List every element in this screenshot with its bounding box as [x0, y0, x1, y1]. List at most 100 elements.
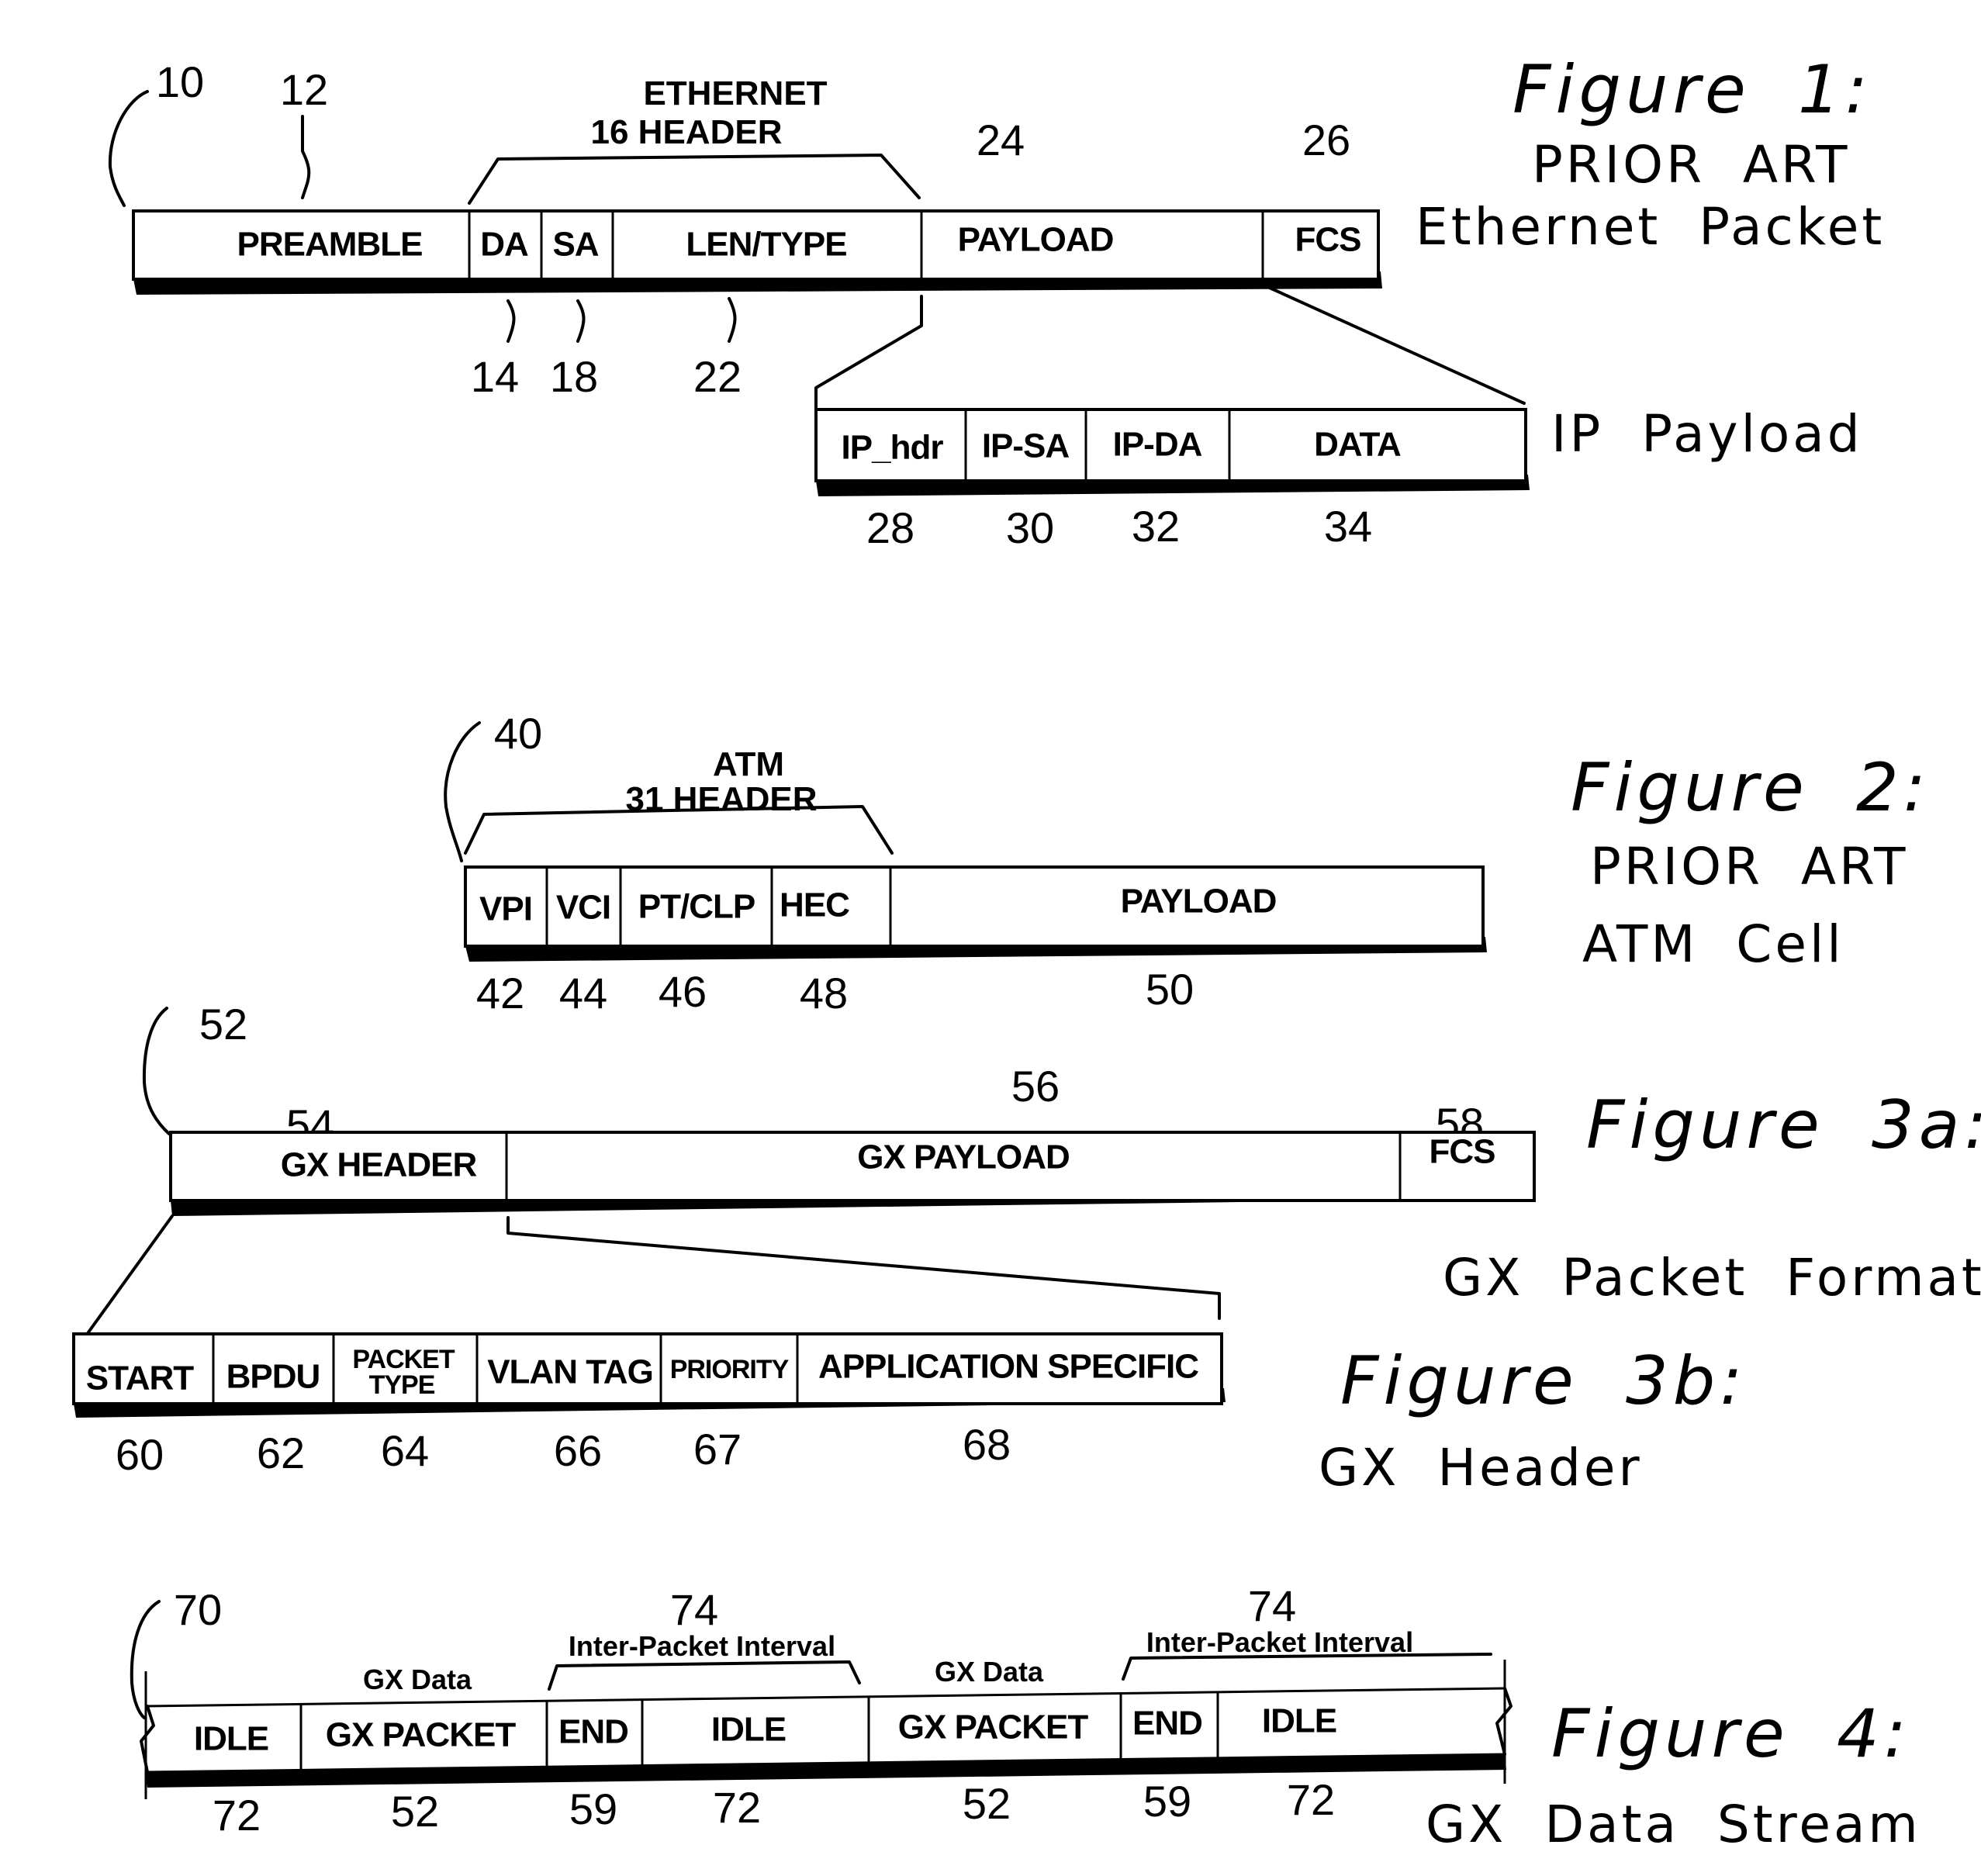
figure-3a-gx-packet-format: Figure 3a: GX Packet Format 52 54 56 58 …: [74, 1000, 1981, 1351]
ref-46: 46: [659, 967, 707, 1016]
ethernet-header-bracket: [468, 154, 921, 205]
field-priority: PRIORITY: [670, 1355, 790, 1384]
field-gx-packet-1: GX PACKET: [326, 1716, 517, 1754]
ref-22: 22: [693, 352, 742, 401]
ref-18: 18: [550, 352, 598, 401]
leader-line-12: [301, 115, 311, 199]
ref-10: 10: [156, 57, 204, 106]
expansion-line-right: [506, 1216, 1221, 1320]
ref-72-1: 72: [213, 1791, 261, 1840]
field-end-1: END: [558, 1713, 628, 1751]
figure-3b-gx-header: Figure 3b: GX Header START BPDU PACKET T…: [72, 1332, 1747, 1498]
field-idle-1: IDLE: [194, 1720, 268, 1758]
ref-67: 67: [693, 1425, 742, 1474]
field-preamble: PREAMBLE: [237, 226, 423, 264]
leader-line-40: [444, 721, 481, 862]
figure-4-title: Figure 4:: [1551, 1695, 1911, 1773]
atm-header-label-top: ATM: [713, 745, 784, 783]
field-start: START: [86, 1359, 195, 1397]
field-hec: HEC: [780, 886, 849, 924]
field-idle-2: IDLE: [711, 1711, 786, 1749]
figure-2-atm-cell: Figure 2: PRIOR ART ATM Cell 40 ATM 31 H…: [444, 709, 1931, 1017]
ref-52-1: 52: [391, 1787, 439, 1836]
ref-70: 70: [174, 1585, 222, 1634]
figure-1-subtitle: PRIOR ART: [1532, 135, 1850, 195]
leader-line-10: [108, 90, 149, 207]
atm-header-label-bottom: 31 HEADER: [626, 780, 818, 818]
ipi-label-1: Inter-Packet Interval: [569, 1630, 835, 1662]
figure-1-ethernet-packet: Figure 1: PRIOR ART Ethernet Packet 10 1…: [108, 51, 1885, 552]
ref-74-1: 74: [670, 1585, 718, 1634]
ref-52-2: 52: [963, 1779, 1011, 1828]
inter-packet-bracket-1: [548, 1660, 861, 1691]
field-fcs: FCS: [1295, 221, 1361, 259]
leader-line-18: [576, 299, 586, 343]
field-ip-sa: IP-SA: [982, 427, 1070, 465]
field-idle-3: IDLE: [1262, 1702, 1336, 1740]
field-sa: SA: [552, 226, 598, 264]
field-vpi: VPI: [479, 890, 532, 928]
expansion-line-left: [74, 1214, 174, 1351]
field-payload: PAYLOAD: [958, 221, 1114, 259]
field-gx-payload: GX PAYLOAD: [857, 1138, 1070, 1176]
field-atm-payload: PAYLOAD: [1121, 883, 1277, 921]
field-len-type: LEN/TYPE: [686, 226, 846, 264]
field-end-2: END: [1132, 1705, 1202, 1743]
expansion-line-right: [1263, 284, 1526, 405]
figure-2-subtitle: PRIOR ART: [1590, 837, 1908, 897]
figure-1-caption: Ethernet Packet: [1416, 197, 1885, 257]
ipi-label-2: Inter-Packet Interval: [1146, 1626, 1413, 1658]
figure-4-caption: GX Data Stream: [1426, 1795, 1921, 1854]
ref-26: 26: [1302, 116, 1350, 164]
ref-56: 56: [1011, 1062, 1060, 1111]
ref-12: 12: [280, 65, 328, 114]
ref-44: 44: [559, 969, 607, 1017]
figure-2-title: Figure 2:: [1571, 749, 1931, 827]
ref-74-2: 74: [1248, 1581, 1296, 1630]
field-application-specific: APPLICATION SPECIFIC: [818, 1348, 1198, 1386]
figure-3a-caption: GX Packet Format: [1443, 1248, 1981, 1308]
ref-50: 50: [1146, 965, 1194, 1014]
ref-59-1: 59: [569, 1784, 617, 1833]
field-pt-clp: PT/CLP: [638, 888, 755, 926]
ref-59-2: 59: [1143, 1777, 1191, 1826]
leader-line-22: [728, 297, 737, 343]
leader-line-52: [142, 1007, 171, 1135]
ref-40: 40: [494, 709, 542, 758]
field-vci: VCI: [556, 889, 610, 927]
ref-14: 14: [471, 352, 519, 401]
field-gx-header: GX HEADER: [281, 1146, 477, 1184]
ref-72-2: 72: [713, 1783, 761, 1832]
atm-cell-box: [464, 865, 1485, 948]
figure-1-title: Figure 1:: [1513, 51, 1872, 129]
ref-24: 24: [977, 116, 1025, 164]
ref-52: 52: [199, 1000, 247, 1049]
figure-2-caption: ATM Cell: [1582, 914, 1844, 974]
ref-34: 34: [1324, 502, 1372, 551]
field-ip-da: IP-DA: [1113, 426, 1202, 464]
ref-28: 28: [866, 503, 914, 552]
field-bpdu: BPDU: [226, 1358, 320, 1396]
ref-48: 48: [800, 969, 848, 1017]
figure-3b-title: Figure 3b:: [1340, 1342, 1747, 1420]
ref-66: 66: [554, 1426, 602, 1475]
ref-42: 42: [476, 969, 524, 1017]
field-ip-hdr: IP_hdr: [842, 429, 944, 467]
expansion-line-left: [814, 295, 923, 420]
ref-72-3: 72: [1287, 1775, 1335, 1824]
leader-line-14: [506, 299, 516, 343]
ref-62: 62: [257, 1429, 305, 1477]
ethernet-header-label-top: ETHERNET: [643, 74, 827, 112]
gx-data-label-1: GX Data: [363, 1664, 472, 1695]
figure-4-gx-data-stream: Figure 4: GX Data Stream 70 IDLE GX PACK…: [130, 1581, 1921, 1854]
ref-30: 30: [1006, 503, 1054, 552]
patent-drawing-sheet: Figure 1: PRIOR ART Ethernet Packet 10 1…: [72, 51, 1981, 1854]
ethernet-header-label-bottom: 16 HEADER: [591, 113, 783, 151]
ref-68: 68: [963, 1420, 1011, 1469]
field-packet-type-bottom: TYPE: [369, 1370, 435, 1400]
figure-3b-caption: GX Header: [1319, 1438, 1643, 1498]
field-gx-packet-2: GX PACKET: [898, 1708, 1089, 1746]
ref-60: 60: [116, 1430, 164, 1479]
field-vlan-tag: VLAN TAG: [487, 1353, 653, 1391]
field-gx-fcs: FCS: [1430, 1133, 1495, 1171]
